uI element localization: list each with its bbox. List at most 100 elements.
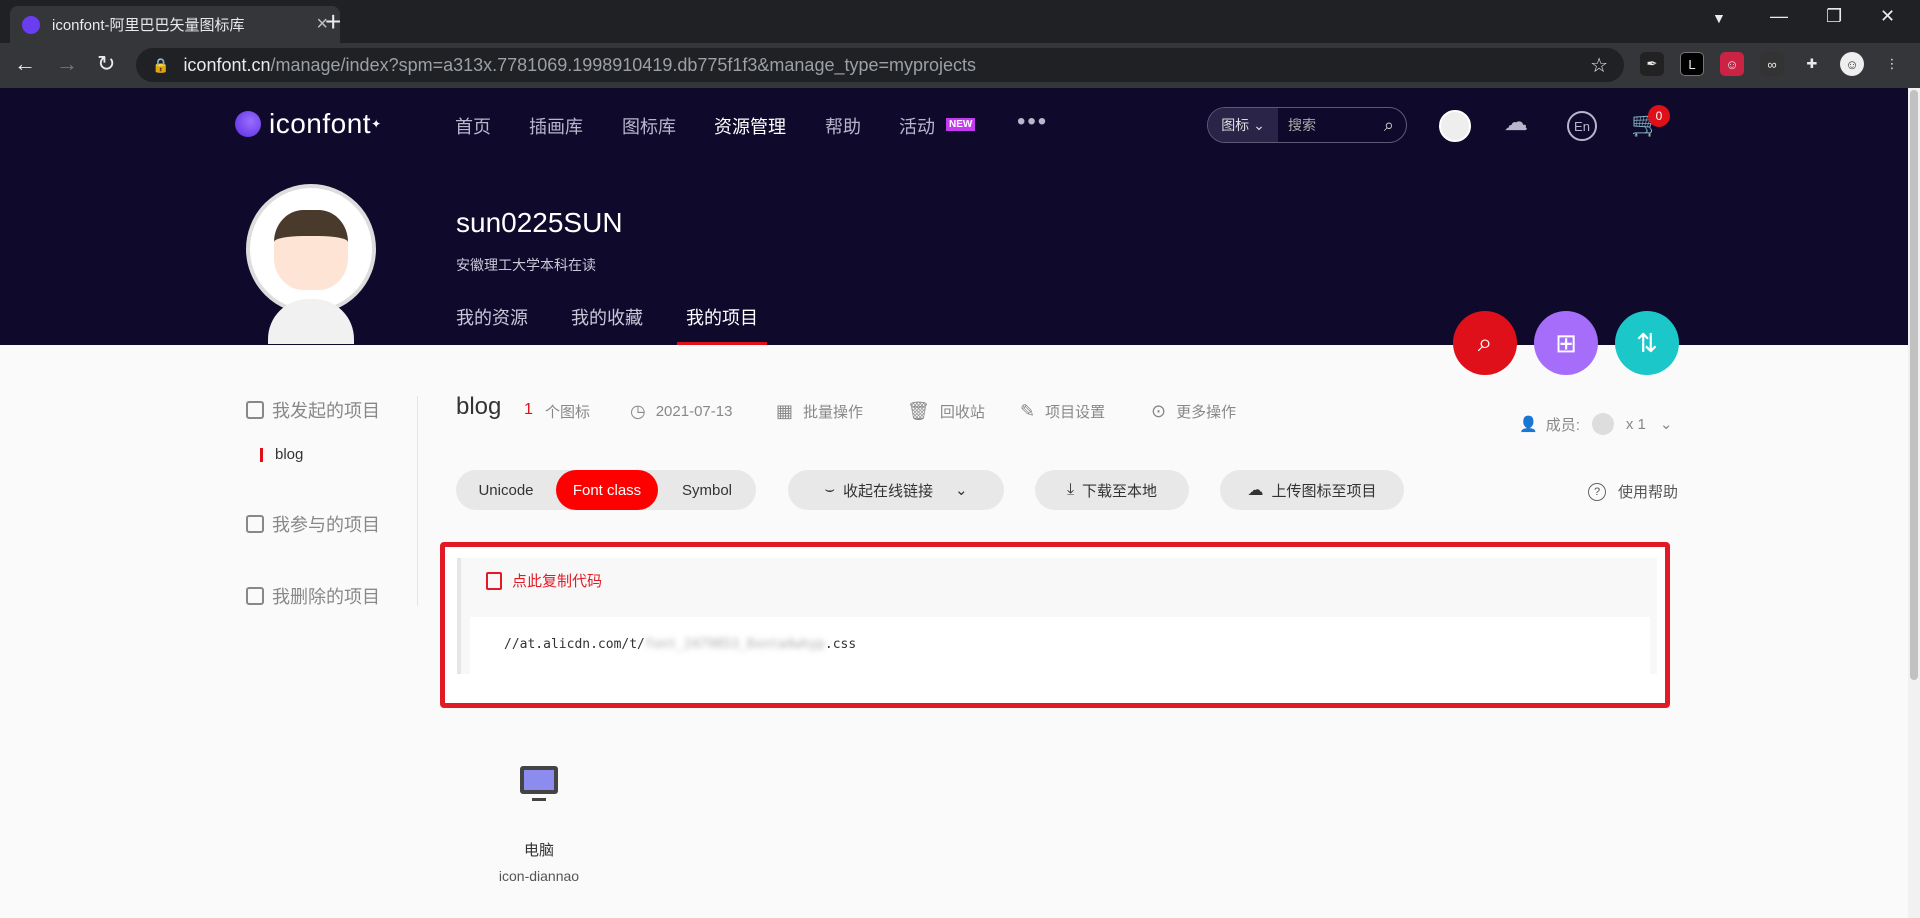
members-dropdown[interactable]: 👤 成员: x 1 ⌄: [1519, 413, 1672, 435]
iconfont-logo[interactable]: iconfont ✦: [235, 108, 382, 140]
lock-icon: 🔒: [152, 56, 170, 73]
language-toggle[interactable]: En: [1567, 111, 1597, 141]
batch-operation-button[interactable]: ▦ 批量操作: [776, 401, 863, 422]
copy-icon: [486, 571, 502, 590]
site-search: 图标 ⌄ 搜索 ⌕: [1207, 107, 1407, 143]
page-scrollbar[interactable]: [1908, 88, 1920, 918]
collapse-link-label: 收起在线链接: [842, 482, 933, 500]
mode-unicode[interactable]: Unicode: [456, 470, 556, 510]
nav-activities[interactable]: 活动: [899, 113, 935, 139]
browser-tab-bar: iconfont-阿里巴巴矢量图标库 × + ▼ — ❐ ✕: [0, 0, 1920, 43]
close-window-icon[interactable]: ✕: [1880, 6, 1895, 27]
nav-icon-library[interactable]: 图标库: [622, 113, 676, 139]
download-icon: ⤓: [1066, 481, 1075, 498]
extension-l-icon[interactable]: L: [1680, 52, 1704, 76]
copy-code-button[interactable]: 点此复制代码: [486, 570, 602, 591]
search-type-select[interactable]: 图标 ⌄: [1208, 108, 1278, 142]
tab-my-resources[interactable]: 我的资源: [456, 304, 528, 330]
more-circle-icon: ⊙: [1151, 401, 1167, 421]
address-bar[interactable]: 🔒 iconfont.cn /manage/index?spm=a313x.77…: [136, 48, 1624, 82]
members-count: x 1: [1625, 415, 1646, 433]
profile-dropdown-icon[interactable]: ▼: [1712, 10, 1726, 26]
browser-menu-icon[interactable]: ⋮: [1880, 52, 1904, 76]
avatar-face: [274, 210, 348, 290]
sidebar-deleted-projects[interactable]: 我删除的项目: [246, 583, 380, 609]
icon-name: 电脑: [523, 842, 554, 859]
css-url-hidden: font_2479853_8xnta4whyp: [644, 637, 825, 652]
scrollbar-thumb[interactable]: [1910, 90, 1918, 680]
cart-count-badge: 0: [1648, 105, 1670, 127]
browser-profile-avatar[interactable]: ☺: [1840, 52, 1864, 76]
search-icon[interactable]: ⌕: [1384, 115, 1394, 136]
sidebar-group-label: 我删除的项目: [272, 587, 380, 607]
url-host: iconfont.cn: [183, 54, 271, 75]
nav-home[interactable]: 首页: [455, 113, 491, 139]
profile-username: sun0225SUN: [456, 207, 623, 238]
project-deleted-icon: [246, 587, 264, 605]
more-menu-icon[interactable]: •••: [1017, 108, 1048, 136]
extensions-puzzle-icon[interactable]: ✚: [1800, 52, 1824, 76]
sidebar-started-projects[interactable]: 我发起的项目: [246, 397, 380, 423]
chevron-down-icon: ⌄: [954, 482, 968, 499]
sidebar-group-label: 我发起的项目: [272, 401, 380, 421]
bookmark-star-icon[interactable]: ☆: [1590, 53, 1608, 78]
project-date: ◷ 2021-07-13: [630, 401, 733, 421]
forward-arrow-icon[interactable]: →: [56, 51, 78, 77]
search-fab-button[interactable]: ⌕: [1453, 311, 1517, 375]
upload-to-project-button[interactable]: ☁ 上传图标至项目: [1220, 470, 1404, 510]
trash-icon: 🗑: [907, 401, 930, 421]
css-link-code[interactable]: //at.alicdn.com/t/font_2479853_8xnta4why…: [470, 617, 1650, 675]
members-label: 成员:: [1545, 416, 1580, 434]
logo-text: iconfont: [269, 108, 372, 139]
minimize-icon[interactable]: —: [1770, 6, 1788, 27]
browser-tab[interactable]: iconfont-阿里巴巴矢量图标库 ×: [10, 6, 340, 43]
chevron-down-icon: ⌄: [1659, 416, 1673, 433]
add-folder-icon: ⊞: [1555, 327, 1577, 358]
back-arrow-icon[interactable]: ←: [14, 51, 36, 77]
recycle-bin-button[interactable]: 🗑 回收站: [907, 401, 985, 422]
icon-card-diannao[interactable]: 电脑 icon-diannao: [479, 760, 599, 884]
project-search-icon: [246, 515, 264, 533]
mode-font-class[interactable]: Font class: [556, 470, 658, 510]
pencil-icon: ✎: [1020, 401, 1036, 421]
more-actions-button[interactable]: ⊙ 更多操作: [1151, 401, 1236, 422]
tab-my-projects[interactable]: 我的项目: [686, 304, 758, 330]
sidebar-item-blog[interactable]: blog: [260, 447, 303, 462]
member-avatar: [1591, 413, 1614, 435]
sort-fab-button[interactable]: ⇅: [1615, 311, 1679, 375]
new-tab-button[interactable]: +: [325, 7, 341, 37]
profile-description: 安徽理工大学本科在读: [456, 257, 596, 273]
extension-face-icon[interactable]: ☺: [1720, 52, 1744, 76]
project-title: blog: [456, 393, 502, 420]
upload-label: 上传图标至项目: [1271, 482, 1377, 500]
upload-cloud-icon[interactable]: ☁: [1504, 108, 1528, 137]
copy-code-label: 点此复制代码: [512, 573, 603, 590]
active-tab-underline: [677, 342, 767, 345]
tab-my-favorites[interactable]: 我的收藏: [571, 304, 643, 330]
nav-help[interactable]: 帮助: [825, 113, 861, 139]
sidebar-joined-projects[interactable]: 我参与的项目: [246, 511, 380, 537]
reload-icon[interactable]: ↻: [97, 51, 115, 77]
collapse-online-link-button[interactable]: ⌣ 收起在线链接 ⌄: [788, 470, 1004, 510]
new-folder-fab-button[interactable]: ⊞: [1534, 311, 1598, 375]
restore-icon[interactable]: ❐: [1826, 6, 1842, 27]
code-mode-switch: Unicode Font class Symbol: [456, 470, 756, 510]
search-icon: ⌕: [1477, 327, 1493, 357]
browser-toolbar: ← → ↻ 🔒 iconfont.cn /manage/index?spm=a3…: [0, 43, 1920, 88]
usage-help-link[interactable]: ? 使用帮助: [1588, 481, 1678, 502]
nav-illustrations[interactable]: 插画库: [529, 113, 583, 139]
icon-count-unit: 个图标: [545, 404, 591, 421]
user-avatar-small[interactable]: [1439, 110, 1471, 142]
mode-symbol[interactable]: Symbol: [658, 470, 756, 510]
eye-closed-icon: ⌣: [824, 481, 835, 498]
download-local-button[interactable]: ⤓ 下载至本地: [1035, 470, 1189, 510]
sort-arrows-icon: ⇅: [1636, 327, 1658, 358]
download-label: 下载至本地: [1082, 482, 1158, 500]
project-settings-button[interactable]: ✎ 项目设置: [1020, 401, 1105, 422]
extension-glasses-icon[interactable]: ∞: [1760, 52, 1784, 76]
help-question-icon: ?: [1588, 482, 1606, 501]
project-list-icon: [246, 401, 264, 419]
extension-feather-icon[interactable]: ✒: [1640, 52, 1664, 76]
nav-resource-management[interactable]: 资源管理: [714, 113, 786, 139]
search-input[interactable]: 搜索: [1278, 115, 1384, 135]
